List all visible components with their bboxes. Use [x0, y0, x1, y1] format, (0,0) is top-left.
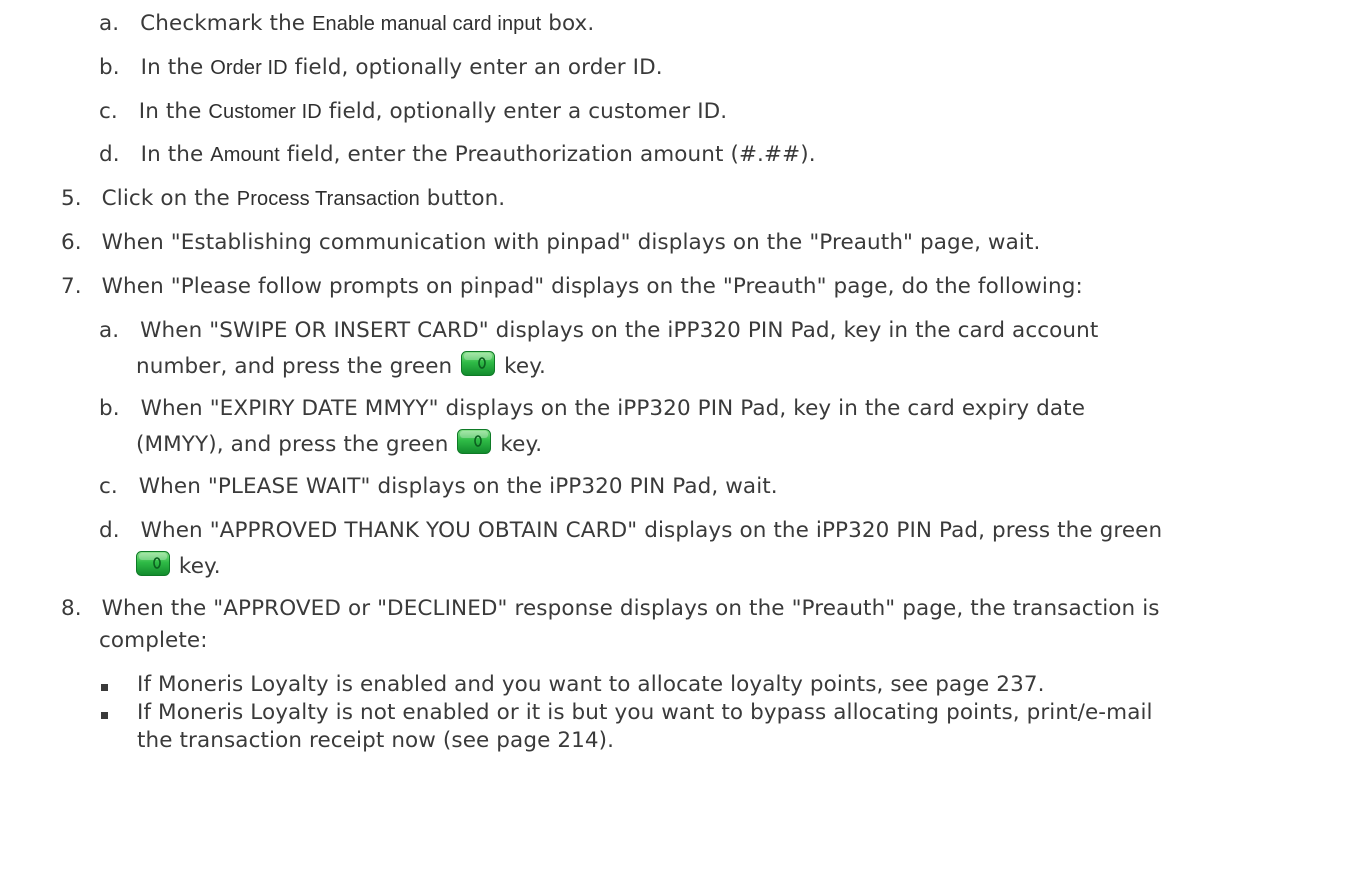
step-marker: a.: [99, 11, 120, 36]
bullet-marker: [101, 684, 108, 691]
step-text: complete:: [99, 628, 208, 653]
step-text: In the: [138, 99, 209, 124]
bullet-text: the transaction receipt now (see page 21…: [137, 728, 615, 753]
bullet-text: If Moneris Loyalty is enabled and you wa…: [137, 672, 1045, 697]
step-text: When "Please follow prompts on pinpad" d…: [101, 274, 1083, 299]
step-5: 5. Click on the Process Transaction butt…: [61, 185, 505, 213]
step-text: When "SWIPE OR INSERT CARD" displays on …: [140, 318, 1099, 343]
step-text: field, optionally enter an order ID.: [287, 55, 663, 80]
step-text: In the: [140, 142, 211, 167]
step-text: number, and press the green: [136, 354, 460, 379]
sub-step-7c: c. When "PLEASE WAIT" displays on the iP…: [99, 473, 778, 501]
step-text: (MMYY), and press the green: [136, 432, 456, 457]
ui-term: Order ID: [210, 57, 288, 79]
step-text: Click on the: [101, 186, 237, 211]
ui-term: Customer ID: [208, 101, 322, 123]
ui-term: Amount: [210, 144, 280, 166]
step-marker: b.: [99, 396, 120, 421]
step-6: 6. When "Establishing communication with…: [61, 229, 1040, 257]
green-enter-key-icon: [457, 429, 491, 454]
sub-step-7d-cont: key.: [134, 551, 221, 581]
step-text: In the: [140, 55, 211, 80]
bullet-item-1: If Moneris Loyalty is enabled and you wa…: [137, 671, 1045, 699]
sub-step-7b: b. When "EXPIRY DATE MMYY" displays on t…: [99, 395, 1085, 423]
step-text: key.: [497, 354, 546, 379]
step-text: When "EXPIRY DATE MMYY" displays on the …: [140, 396, 1086, 421]
step-marker: 5.: [61, 186, 82, 211]
step-text: When "Establishing communication with pi…: [101, 230, 1041, 255]
step-text: field, enter the Preauthorization amount…: [279, 142, 816, 167]
sub-step-top-c: c. In the Customer ID field, optionally …: [99, 98, 727, 126]
sub-step-7d: d. When "APPROVED THANK YOU OBTAIN CARD"…: [99, 517, 1162, 545]
bullet-item-2: If Moneris Loyalty is not enabled or it …: [137, 699, 1153, 727]
sub-step-7a: a. When "SWIPE OR INSERT CARD" displays …: [99, 317, 1098, 345]
step-text: When the "APPROVED or "DECLINED" respons…: [101, 596, 1160, 621]
step-marker: c.: [99, 474, 118, 499]
step-text: key.: [493, 432, 543, 457]
step-text: When "PLEASE WAIT" displays on the iPP32…: [138, 474, 778, 499]
step-7: 7. When "Please follow prompts on pinpad…: [61, 273, 1083, 301]
step-text: When "APPROVED THANK YOU OBTAIN CARD" di…: [140, 518, 1163, 543]
step-text: button.: [419, 186, 506, 211]
step-marker: d.: [99, 518, 120, 543]
ui-term: Process Transaction: [236, 188, 420, 210]
green-enter-key-icon: [136, 551, 170, 576]
step-marker: 6.: [61, 230, 82, 255]
step-marker: b.: [99, 55, 120, 80]
step-text: field, optionally enter a customer ID.: [321, 99, 728, 124]
step-8-cont: complete:: [99, 627, 208, 655]
step-text: Checkmark the: [140, 11, 313, 36]
step-marker: a.: [99, 318, 120, 343]
step-8: 8. When the "APPROVED or "DECLINED" resp…: [61, 595, 1160, 623]
step-text: key.: [172, 554, 221, 579]
step-marker: 7.: [61, 274, 82, 299]
green-enter-key-icon: [461, 351, 495, 376]
ui-term: Enable manual card input: [312, 13, 542, 35]
bullet-text: If Moneris Loyalty is not enabled or it …: [137, 700, 1153, 725]
step-marker: c.: [99, 99, 118, 124]
sub-step-top-a: a. Checkmark the Enable manual card inpu…: [99, 10, 594, 38]
step-marker: 8.: [61, 596, 82, 621]
sub-step-7a-cont: number, and press the green key.: [136, 351, 546, 381]
sub-step-top-b: b. In the Order ID field, optionally ent…: [99, 54, 663, 82]
sub-step-top-d: d. In the Amount field, enter the Preaut…: [99, 141, 816, 169]
step-text: box.: [541, 11, 595, 36]
bullet-marker: [101, 712, 108, 719]
step-marker: d.: [99, 142, 120, 167]
sub-step-7b-cont: (MMYY), and press the green key.: [136, 429, 542, 459]
bullet-item-2-cont: the transaction receipt now (see page 21…: [137, 727, 614, 755]
